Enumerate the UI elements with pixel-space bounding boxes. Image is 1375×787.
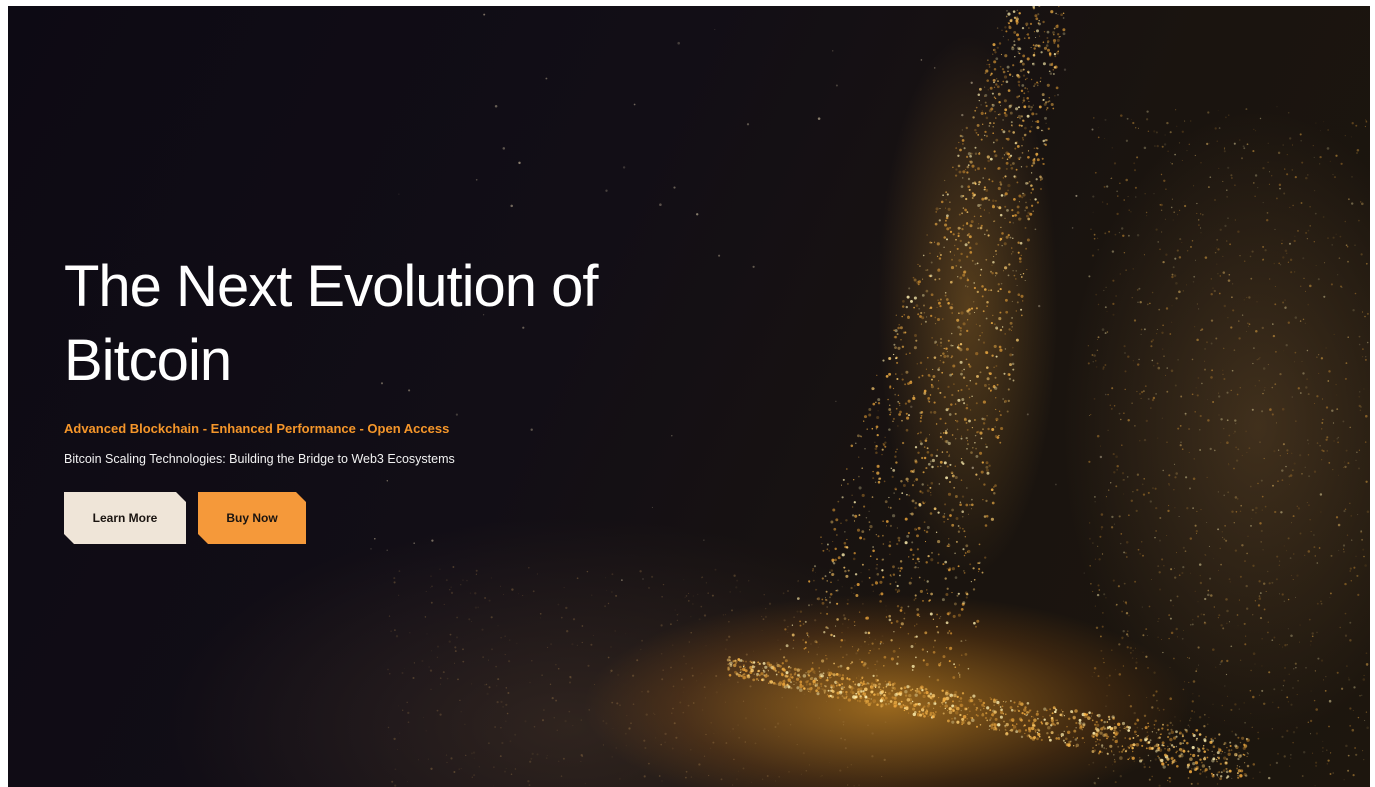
headline-line-2: Bitcoin xyxy=(64,328,232,393)
buy-now-button[interactable]: Buy Now xyxy=(198,492,306,544)
hero-tagline: Advanced Blockchain - Enhanced Performan… xyxy=(64,421,450,436)
learn-more-button[interactable]: Learn More xyxy=(64,492,186,544)
headline-line-1: The Next Evolution of xyxy=(64,254,599,319)
hero-subtitle: Bitcoin Scaling Technologies: Building t… xyxy=(64,452,455,466)
hero-headline: The Next Evolution of Bitcoin xyxy=(64,250,704,398)
hero-buttons: Learn More Buy Now xyxy=(64,492,704,544)
hero-section: The Next Evolution of Bitcoin Advanced B… xyxy=(8,6,1370,787)
hero-content: The Next Evolution of Bitcoin Advanced B… xyxy=(64,250,704,544)
